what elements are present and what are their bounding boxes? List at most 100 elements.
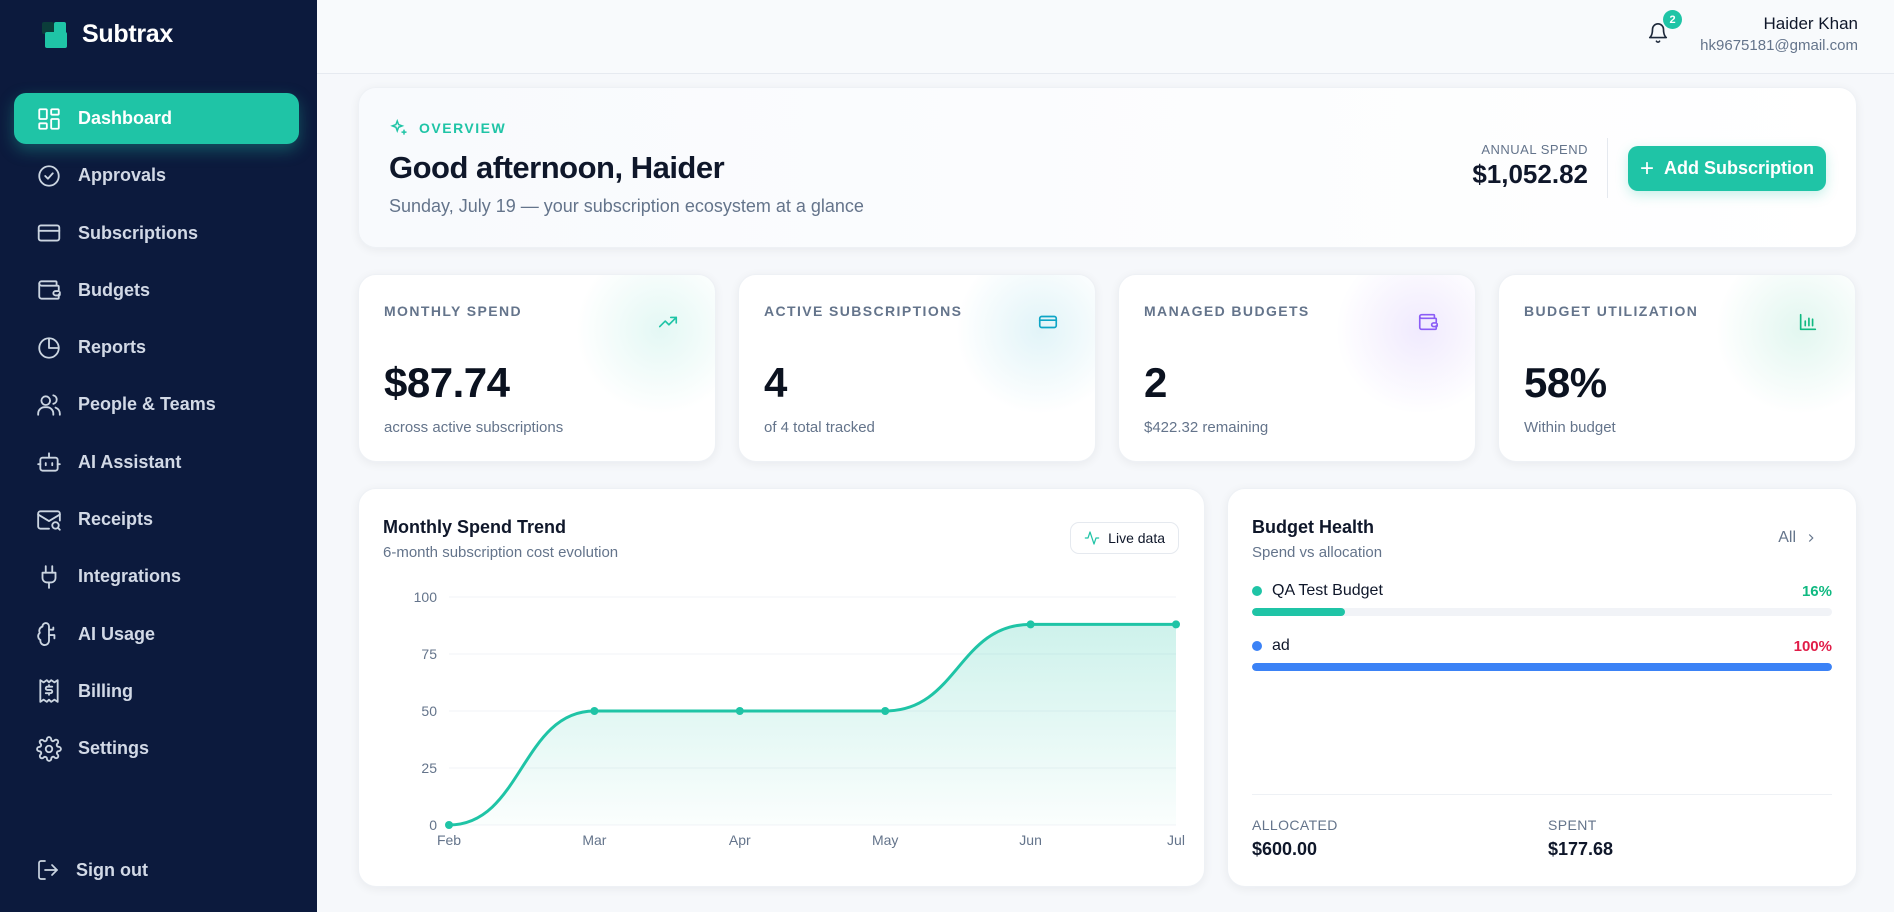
wallet-icon (38, 280, 61, 300)
budget-health-card: Budget Health Spend vs allocation All QA… (1227, 488, 1857, 887)
data-point[interactable] (590, 707, 599, 715)
sidebar-item-ai-usage[interactable]: AI Usage (14, 609, 299, 660)
sidebar-item-label: Approvals (78, 165, 167, 186)
data-point[interactable] (1172, 620, 1180, 629)
data-point[interactable] (1026, 620, 1035, 629)
sidebar-item-label: Budgets (78, 279, 150, 300)
users-icon (37, 394, 61, 416)
stat-subtext: across active subscriptions (384, 419, 564, 436)
allocated-value: $600.00 (1252, 839, 1318, 859)
sidebar-item-budgets[interactable]: Budgets (14, 265, 299, 316)
sidebar-item-receipts[interactable]: Receipts (14, 494, 299, 545)
topbar: 2 Haider Khan hk9675181@gmail.com (317, 0, 1894, 74)
add-subscription-label: Add Subscription (1664, 158, 1814, 178)
annual-spend: ANNUAL SPEND $1,052.82 (1472, 142, 1588, 190)
sidebar-item-label: Subscriptions (78, 222, 199, 243)
data-point[interactable] (445, 821, 453, 829)
view-all-link[interactable]: All (1778, 529, 1818, 547)
y-tick-label: 100 (414, 589, 438, 605)
sidebar-item-ai-assistant[interactable]: AI Assistant (14, 437, 299, 488)
card-subtitle: Spend vs allocation (1252, 544, 1383, 561)
y-tick-label: 25 (421, 760, 437, 776)
plug-icon (41, 565, 57, 589)
view-all-label: All (1778, 529, 1796, 546)
sidebar-item-label: Billing (78, 680, 133, 701)
sidebar-item-label: Integrations (78, 566, 182, 587)
data-point[interactable] (735, 707, 744, 715)
budget-percent: 16% (1801, 582, 1832, 600)
card-title: Budget Health (1252, 517, 1375, 537)
overview-card: OVERVIEW Good afternoon, Haider Sunday, … (358, 87, 1857, 248)
chevron-right-icon (1808, 534, 1814, 542)
budget-row[interactable]: ad 100% (1252, 637, 1832, 671)
stat-subtext: of 4 total tracked (764, 419, 875, 436)
sidebar-item-reports[interactable]: Reports (14, 322, 299, 373)
progress-fill (1252, 608, 1345, 616)
spent-label: SPENT (1548, 817, 1597, 833)
y-tick-label: 50 (421, 703, 437, 719)
wallet-icon (1417, 311, 1439, 333)
stat-subtext: $422.32 remaining (1144, 419, 1269, 436)
x-tick-label: Mar (582, 832, 606, 848)
status-dot (1252, 641, 1262, 651)
budget-row[interactable]: QA Test Budget 16% (1252, 582, 1832, 616)
stat-card-budget-utilization: BUDGET UTILIZATION 58% Within budget (1498, 274, 1856, 462)
sidebar-item-settings[interactable]: Settings (14, 723, 299, 774)
sidebar-item-dashboard[interactable]: Dashboard (14, 93, 299, 144)
sidebar-item-approvals[interactable]: Approvals (14, 150, 299, 201)
mail-search-icon (37, 509, 61, 531)
sign-out-button[interactable]: Sign out (36, 858, 148, 882)
allocated-summary: ALLOCATED $600.00 (1252, 817, 1338, 860)
budget-name: ad (1272, 637, 1290, 654)
divider (1607, 138, 1608, 198)
sidebar-item-label: Settings (78, 738, 150, 759)
sidebar-item-label: People & Teams (78, 394, 216, 415)
stat-label: MONTHLY SPEND (384, 303, 522, 319)
sidebar-item-label: AI Assistant (78, 451, 182, 472)
y-tick-label: 75 (421, 646, 437, 662)
annual-spend-label: ANNUAL SPEND (1481, 142, 1588, 157)
sidebar-item-subscriptions[interactable]: Subscriptions (14, 208, 299, 259)
page-subtitle: Sunday, July 19 — your subscription ecos… (389, 196, 864, 216)
brand-name: Subtrax (82, 20, 173, 48)
sidebar-nav: Dashboard Approvals Subscriptions Budget… (14, 93, 299, 781)
stat-value: 58% (1524, 359, 1607, 406)
stat-label: ACTIVE SUBSCRIPTIONS (764, 303, 963, 319)
sidebar-item-label: Reports (78, 337, 147, 358)
stat-value: 4 (764, 359, 787, 406)
gear-icon (36, 735, 62, 762)
progress-track (1252, 663, 1832, 671)
spend-trend-chart: 0 25 50 75 100 Feb Mar Apr May Jun Jul (414, 589, 1185, 848)
log-out-icon (38, 860, 58, 880)
brand-logo-icon (42, 21, 68, 48)
x-tick-label: May (872, 832, 898, 848)
sidebar-item-billing[interactable]: Billing (14, 666, 299, 717)
x-tick-label: Jul (1167, 832, 1185, 848)
user-menu[interactable]: Haider Khan hk9675181@gmail.com (1700, 14, 1858, 54)
sidebar-item-label: Receipts (78, 509, 154, 530)
dashboard-icon (38, 107, 60, 130)
progress-track (1252, 608, 1832, 616)
credit-card-icon (1037, 311, 1059, 333)
plus-icon: + (1639, 154, 1654, 182)
sidebar-item-label: AI Usage (78, 623, 156, 644)
y-tick-label: 0 (429, 817, 437, 833)
sidebar-item-people-teams[interactable]: People & Teams (14, 379, 299, 430)
sidebar-item-integrations[interactable]: Integrations (14, 551, 299, 602)
budget-percent: 100% (1793, 637, 1832, 655)
stat-value: 2 (1144, 359, 1167, 406)
data-point[interactable] (881, 707, 890, 715)
stat-label: MANAGED BUDGETS (1144, 303, 1310, 319)
stat-card-managed-budgets: MANAGED BUDGETS 2 $422.32 remaining (1118, 274, 1476, 462)
user-name: Haider Khan (1763, 14, 1858, 33)
stat-card-monthly-spend: MONTHLY SPEND $87.74 across active subsc… (358, 274, 716, 462)
spent-value: $177.68 (1548, 839, 1614, 859)
progress-fill (1252, 663, 1832, 671)
check-circle-icon (38, 165, 60, 187)
sparkles-icon (390, 118, 407, 135)
brand[interactable]: Subtrax (42, 20, 173, 49)
trending-up-icon (657, 311, 679, 333)
bar-chart-icon (1797, 311, 1819, 333)
add-subscription-button[interactable]: + Add Subscription (1628, 146, 1826, 191)
stat-subtext: Within budget (1524, 419, 1616, 436)
